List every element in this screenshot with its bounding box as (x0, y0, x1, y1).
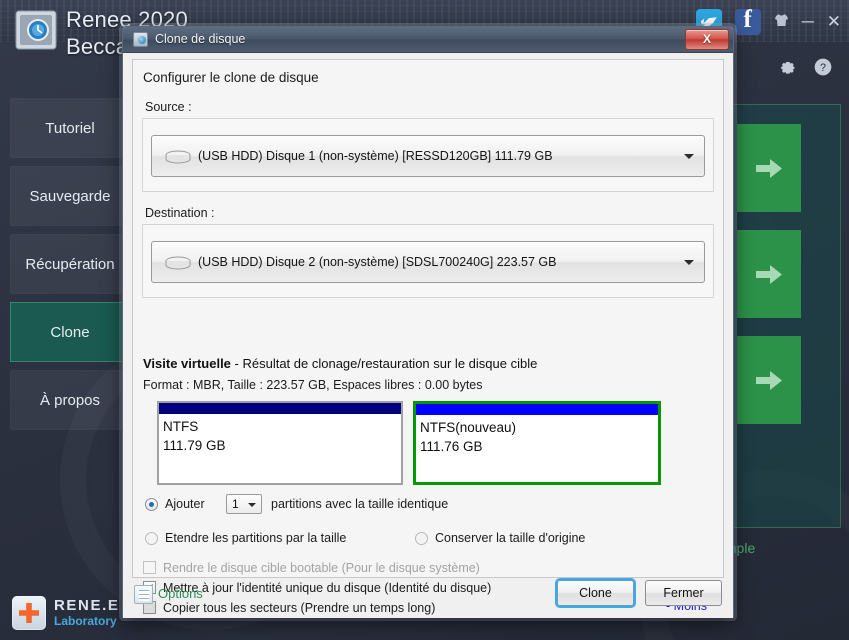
dialog-footer: Options Clone Fermer (132, 580, 724, 610)
disk-clone-icon (133, 32, 148, 47)
partition-header-bar (159, 403, 401, 414)
source-value: (USB HDD) Disque 1 (non-système) [RESSD1… (198, 149, 553, 163)
sidebar-item-label: Tutoriel (45, 119, 95, 137)
brand-logo: RENE.E Laboratory (12, 596, 119, 630)
tshirt-icon[interactable] (774, 12, 789, 32)
brand-name: RENE.E (54, 597, 120, 614)
sidebar-item-recuperation[interactable]: Récupération (10, 234, 130, 294)
chevron-down-icon (684, 154, 694, 159)
sidebar-nav: Tutoriel Sauvegarde Récupération Clone À… (10, 98, 130, 438)
preview-title: Visite virtuelle - Résultat de clonage/r… (143, 356, 537, 371)
preview-title-bold: Visite virtuelle (143, 356, 231, 371)
source-label: Source : (145, 100, 192, 114)
safe-clock-icon (15, 10, 57, 50)
dialog-content-panel: Configurer le clone de disque Source : (… (132, 59, 724, 615)
brand-subtitle: Laboratory (54, 614, 117, 628)
partition-map: NTFS 111.79 GB NTFS(nouveau) 111.76 GB (157, 401, 661, 485)
gear-icon[interactable] (777, 57, 797, 77)
medical-cross-icon (12, 596, 46, 630)
radio-keep-label: Conserver la taille d'origine (435, 531, 586, 545)
preview-title-rest: - Résultat de clonage/restauration sur l… (230, 356, 538, 371)
partition-count-value: 1 (232, 497, 239, 511)
dialog-titlebar[interactable]: Clone de disque X (123, 27, 733, 53)
radio-row-extend-keep: Etendre les partitions par la taille Con… (143, 528, 713, 554)
preview-info: Format : MBR, Taille : 223.57 GB, Espace… (143, 378, 483, 392)
radio-row-add: Ajouter 1 partitions avec la taille iden… (143, 494, 713, 520)
partition-name: NTFS (163, 419, 199, 434)
radio-extend-partitions[interactable] (145, 532, 158, 545)
arrow-right-icon (756, 370, 782, 390)
chevron-down-icon (684, 260, 694, 265)
dialog-heading: Configurer le clone de disque (143, 70, 319, 85)
clipboard-icon (134, 585, 153, 604)
partition-size: 111.76 GB (420, 439, 483, 454)
close-dialog-button[interactable]: Fermer (645, 580, 722, 606)
radio-extend-label: Etendre les partitions par la taille (165, 531, 347, 545)
question-circle-icon[interactable]: ? (813, 57, 833, 77)
arrow-right-icon (756, 264, 782, 284)
radio-keep-original-size[interactable] (415, 532, 428, 545)
options-label: Options (158, 586, 203, 601)
clone-disk-dialog: Clone de disque X Configurer le clone de… (122, 26, 734, 618)
radio-add-label-suffix: partitions avec la taille identique (271, 497, 449, 511)
partition-name: NTFS(nouveau) (420, 420, 517, 435)
sidebar-item-tutoriel[interactable]: Tutoriel (10, 98, 130, 158)
close-button[interactable]: ✕ (827, 12, 841, 32)
destination-value: (USB HDD) Disque 2 (non-système) [SDSL70… (198, 255, 557, 269)
tshirt-glyph (774, 14, 788, 26)
hard-disk-icon (165, 150, 191, 164)
arrow-right-icon (756, 158, 782, 178)
destination-label: Destination : (145, 206, 215, 220)
destination-select[interactable]: (USB HDD) Disque 2 (non-système) [SDSL70… (151, 241, 705, 283)
source-select[interactable]: (USB HDD) Disque 1 (non-système) [RESSD1… (151, 135, 705, 177)
svg-text:?: ? (820, 62, 826, 74)
action-panel-2[interactable] (737, 230, 801, 318)
facebook-icon[interactable] (734, 6, 761, 35)
partition-block-target[interactable]: NTFS(nouveau) 111.76 GB (413, 401, 661, 485)
hard-disk-icon (165, 256, 191, 270)
app-toolbar: ? (777, 57, 833, 77)
sidebar-item-label: Récupération (25, 255, 115, 273)
partition-header-bar (416, 404, 658, 415)
sidebar-item-clone[interactable]: Clone (10, 302, 130, 362)
partition-size: 111.79 GB (163, 438, 226, 453)
checkbox-bootable-label: Rendre le disque cible bootable (Pour le… (163, 561, 480, 575)
resize-options-group: Ajouter 1 partitions avec la taille iden… (143, 494, 713, 554)
sidebar-item-label: Sauvegarde (29, 187, 111, 205)
dialog-title: Clone de disque (155, 32, 246, 46)
action-panel-1[interactable] (737, 124, 801, 212)
sidebar-item-label: À propos (39, 391, 101, 409)
partition-block-source[interactable]: NTFS 111.79 GB (157, 401, 403, 485)
options-link[interactable]: Options (134, 584, 203, 604)
checkbox-row-bootable: Rendre le disque cible bootable (Pour le… (143, 559, 713, 579)
destination-group: (USB HDD) Disque 2 (non-système) [SDSL70… (142, 224, 714, 298)
radio-add-label-prefix: Ajouter (165, 497, 205, 511)
clone-button[interactable]: Clone (557, 580, 634, 606)
chevron-down-icon (248, 503, 256, 507)
minimize-button[interactable]: ─ (802, 12, 814, 32)
sidebar-item-sauvegarde[interactable]: Sauvegarde (10, 166, 130, 226)
sidebar-item-a-propos[interactable]: À propos (10, 370, 130, 430)
dialog-close-button[interactable]: X (685, 29, 729, 50)
dialog-body: Configurer le clone de disque Source : (… (123, 53, 733, 618)
checkbox-make-bootable[interactable] (143, 561, 156, 574)
action-panel-3[interactable] (737, 336, 801, 424)
radio-add-partitions[interactable] (145, 498, 158, 511)
partition-count-select[interactable]: 1 (226, 494, 262, 514)
sidebar-item-label: Clone (50, 323, 90, 341)
source-group: (USB HDD) Disque 1 (non-système) [RESSD1… (142, 118, 714, 192)
